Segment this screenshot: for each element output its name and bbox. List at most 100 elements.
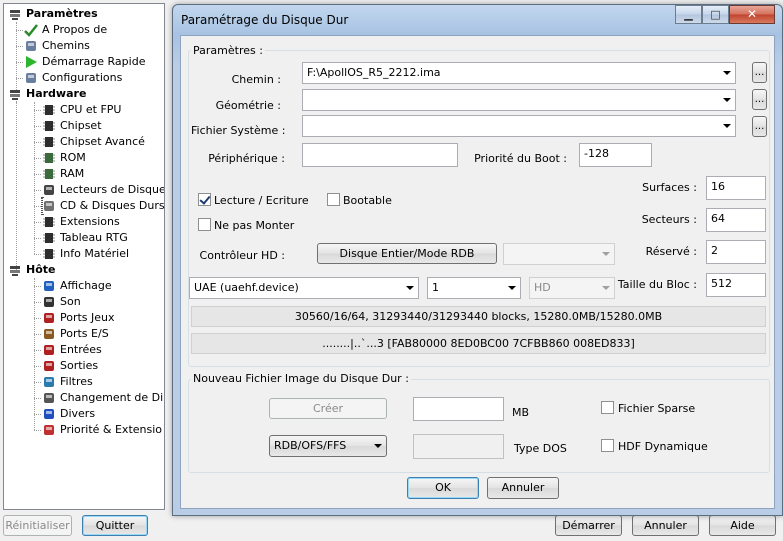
joystick-icon (42, 311, 56, 325)
tree-connector (34, 110, 41, 111)
bootable-checkbox[interactable] (327, 193, 340, 206)
tree-item-label: Démarrage Rapide (42, 55, 146, 68)
filesystem-type-select[interactable]: RDB/OFS/FFS (269, 435, 387, 457)
dynamic-hdf-checkbox[interactable] (601, 439, 614, 452)
tree-connector (34, 414, 41, 415)
read-write-checkbox[interactable] (198, 193, 211, 206)
tree-item-label: Tableau RTG (60, 231, 128, 244)
tree-connector (16, 30, 23, 31)
speaker-icon (42, 295, 56, 309)
sectors-input[interactable]: 64 (706, 208, 766, 232)
tree-item-label: Filtres (60, 375, 93, 388)
tree-connector (34, 382, 41, 383)
display-icon (42, 279, 56, 293)
tree-connector (34, 254, 41, 255)
surfaces-input[interactable]: 16 (706, 176, 766, 200)
tree-connector (16, 78, 23, 79)
misc-icon (42, 407, 56, 421)
controller-unit-value: 1 (432, 281, 439, 294)
path-label: Chemin : (231, 73, 281, 86)
settings-tree[interactable]: Paramètres A Propos de Chemins Démarrage Ra… (3, 3, 165, 510)
tree-connector (34, 142, 41, 143)
tree-connector (34, 158, 41, 159)
tree-connector (16, 62, 23, 63)
image-size-input[interactable] (413, 397, 504, 421)
sectors-value: 64 (711, 212, 725, 225)
chip-icon (42, 247, 56, 261)
tree-item-label: Info Matériel (60, 247, 130, 260)
memory-icon (42, 151, 56, 165)
no-mount-label[interactable]: Ne pas Monter (214, 219, 294, 232)
tree-item-label: Chipset Avancé (60, 135, 145, 148)
browse-geometry-button[interactable]: ... (752, 89, 767, 110)
controller-type-select[interactable]: HD (529, 277, 615, 299)
dos-type-input[interactable] (413, 434, 504, 459)
block-size-label: Taille du Bloc : (617, 278, 697, 291)
create-image-button[interactable]: Créer (269, 398, 387, 419)
tree-item-label: Priorité & Extensio (60, 423, 163, 436)
no-mount-checkbox[interactable] (198, 218, 211, 231)
chevron-down-icon (602, 252, 610, 256)
controller-select[interactable] (503, 243, 615, 265)
sparse-file-checkbox[interactable] (601, 401, 614, 414)
device-input[interactable] (302, 143, 458, 167)
quit-button[interactable]: Quitter (82, 515, 148, 536)
bootable-label[interactable]: Bootable (343, 194, 392, 207)
browse-filesystem-button[interactable]: ... (752, 116, 767, 137)
controller-unit-select[interactable]: 1 (427, 277, 521, 299)
hard-disk-icon (42, 199, 56, 213)
path-value: F:\ApollOS_R5_2212.ima (307, 66, 441, 79)
tree-item-label: Chipset (60, 119, 102, 132)
tree-item-label: Ports E/S (60, 327, 109, 340)
config-list-icon (24, 71, 38, 85)
block-size-input[interactable]: 512 (706, 273, 766, 297)
filesystem-type-value: RDB/OFS/FFS (274, 439, 347, 452)
reset-button[interactable]: Réinitialiser (3, 515, 72, 536)
controller-driver-select[interactable]: UAE (uaehf.device) (189, 277, 419, 299)
tree-item-label: Hôte (26, 263, 56, 276)
close-button[interactable]: ✕ (729, 5, 775, 24)
path-combobox[interactable]: F:\ApollOS_R5_2212.ima (302, 62, 736, 84)
tree-item-label: Extensions (60, 215, 120, 228)
tree-item-label: ROM (60, 151, 86, 164)
browse-path-button[interactable]: ... (752, 62, 767, 83)
tree-item-label: Lecteurs de Disque (60, 183, 165, 196)
surfaces-value: 16 (711, 180, 725, 193)
maximize-button[interactable]: □ (702, 5, 729, 24)
boot-priority-input[interactable]: -128 (579, 143, 652, 167)
help-button[interactable]: Aide (709, 515, 776, 536)
boot-priority-value: -128 (584, 147, 609, 160)
tree-connector (34, 398, 41, 399)
tree-item-label: Changement de Di (60, 391, 164, 404)
tree-connector (34, 238, 41, 239)
chip-icon (42, 103, 56, 117)
cancel-button[interactable]: Annuler (487, 477, 559, 499)
tree-connector (34, 430, 41, 431)
dialog-client-area: Paramètres : Chemin : F:\ApollOS_R5_2212… (180, 35, 775, 509)
filter-icon (42, 375, 56, 389)
cancel-main-button[interactable]: Annuler (632, 515, 699, 536)
controller-type-value: HD (534, 281, 551, 294)
dos-type-label: Type DOS (514, 442, 567, 455)
reserved-input[interactable]: 2 (706, 240, 766, 264)
controller-label: Contrôleur HD : (199, 249, 285, 262)
chevron-down-icon (723, 98, 731, 102)
chip-icon (42, 135, 56, 149)
ok-button[interactable]: OK (407, 477, 479, 499)
chip-icon (42, 119, 56, 133)
read-write-label[interactable]: Lecture / Ecriture (214, 194, 309, 207)
dynamic-hdf-label[interactable]: HDF Dynamique (618, 440, 708, 453)
full-disk-rdb-mode-button[interactable]: Disque Entier/Mode RDB (317, 243, 497, 264)
start-button[interactable]: Démarrer (555, 515, 622, 536)
tree-connector (34, 190, 41, 191)
filesystem-combobox[interactable] (302, 115, 736, 137)
geometry-combobox[interactable] (302, 89, 736, 111)
tree-item-label: Paramètres (26, 7, 98, 20)
new-image-group-title: Nouveau Fichier Image du Disque Dur : (191, 372, 411, 385)
boot-block-info-bar: ........|..`...3 [FAB80000 8ED0BC00 7CFB… (191, 333, 766, 354)
minimize-button[interactable]: ▁ (675, 5, 702, 24)
tree-connector (34, 222, 41, 223)
block-size-value: 512 (711, 277, 732, 290)
sparse-file-label[interactable]: Fichier Sparse (618, 402, 695, 415)
device-label: Périphérique : (208, 152, 285, 165)
